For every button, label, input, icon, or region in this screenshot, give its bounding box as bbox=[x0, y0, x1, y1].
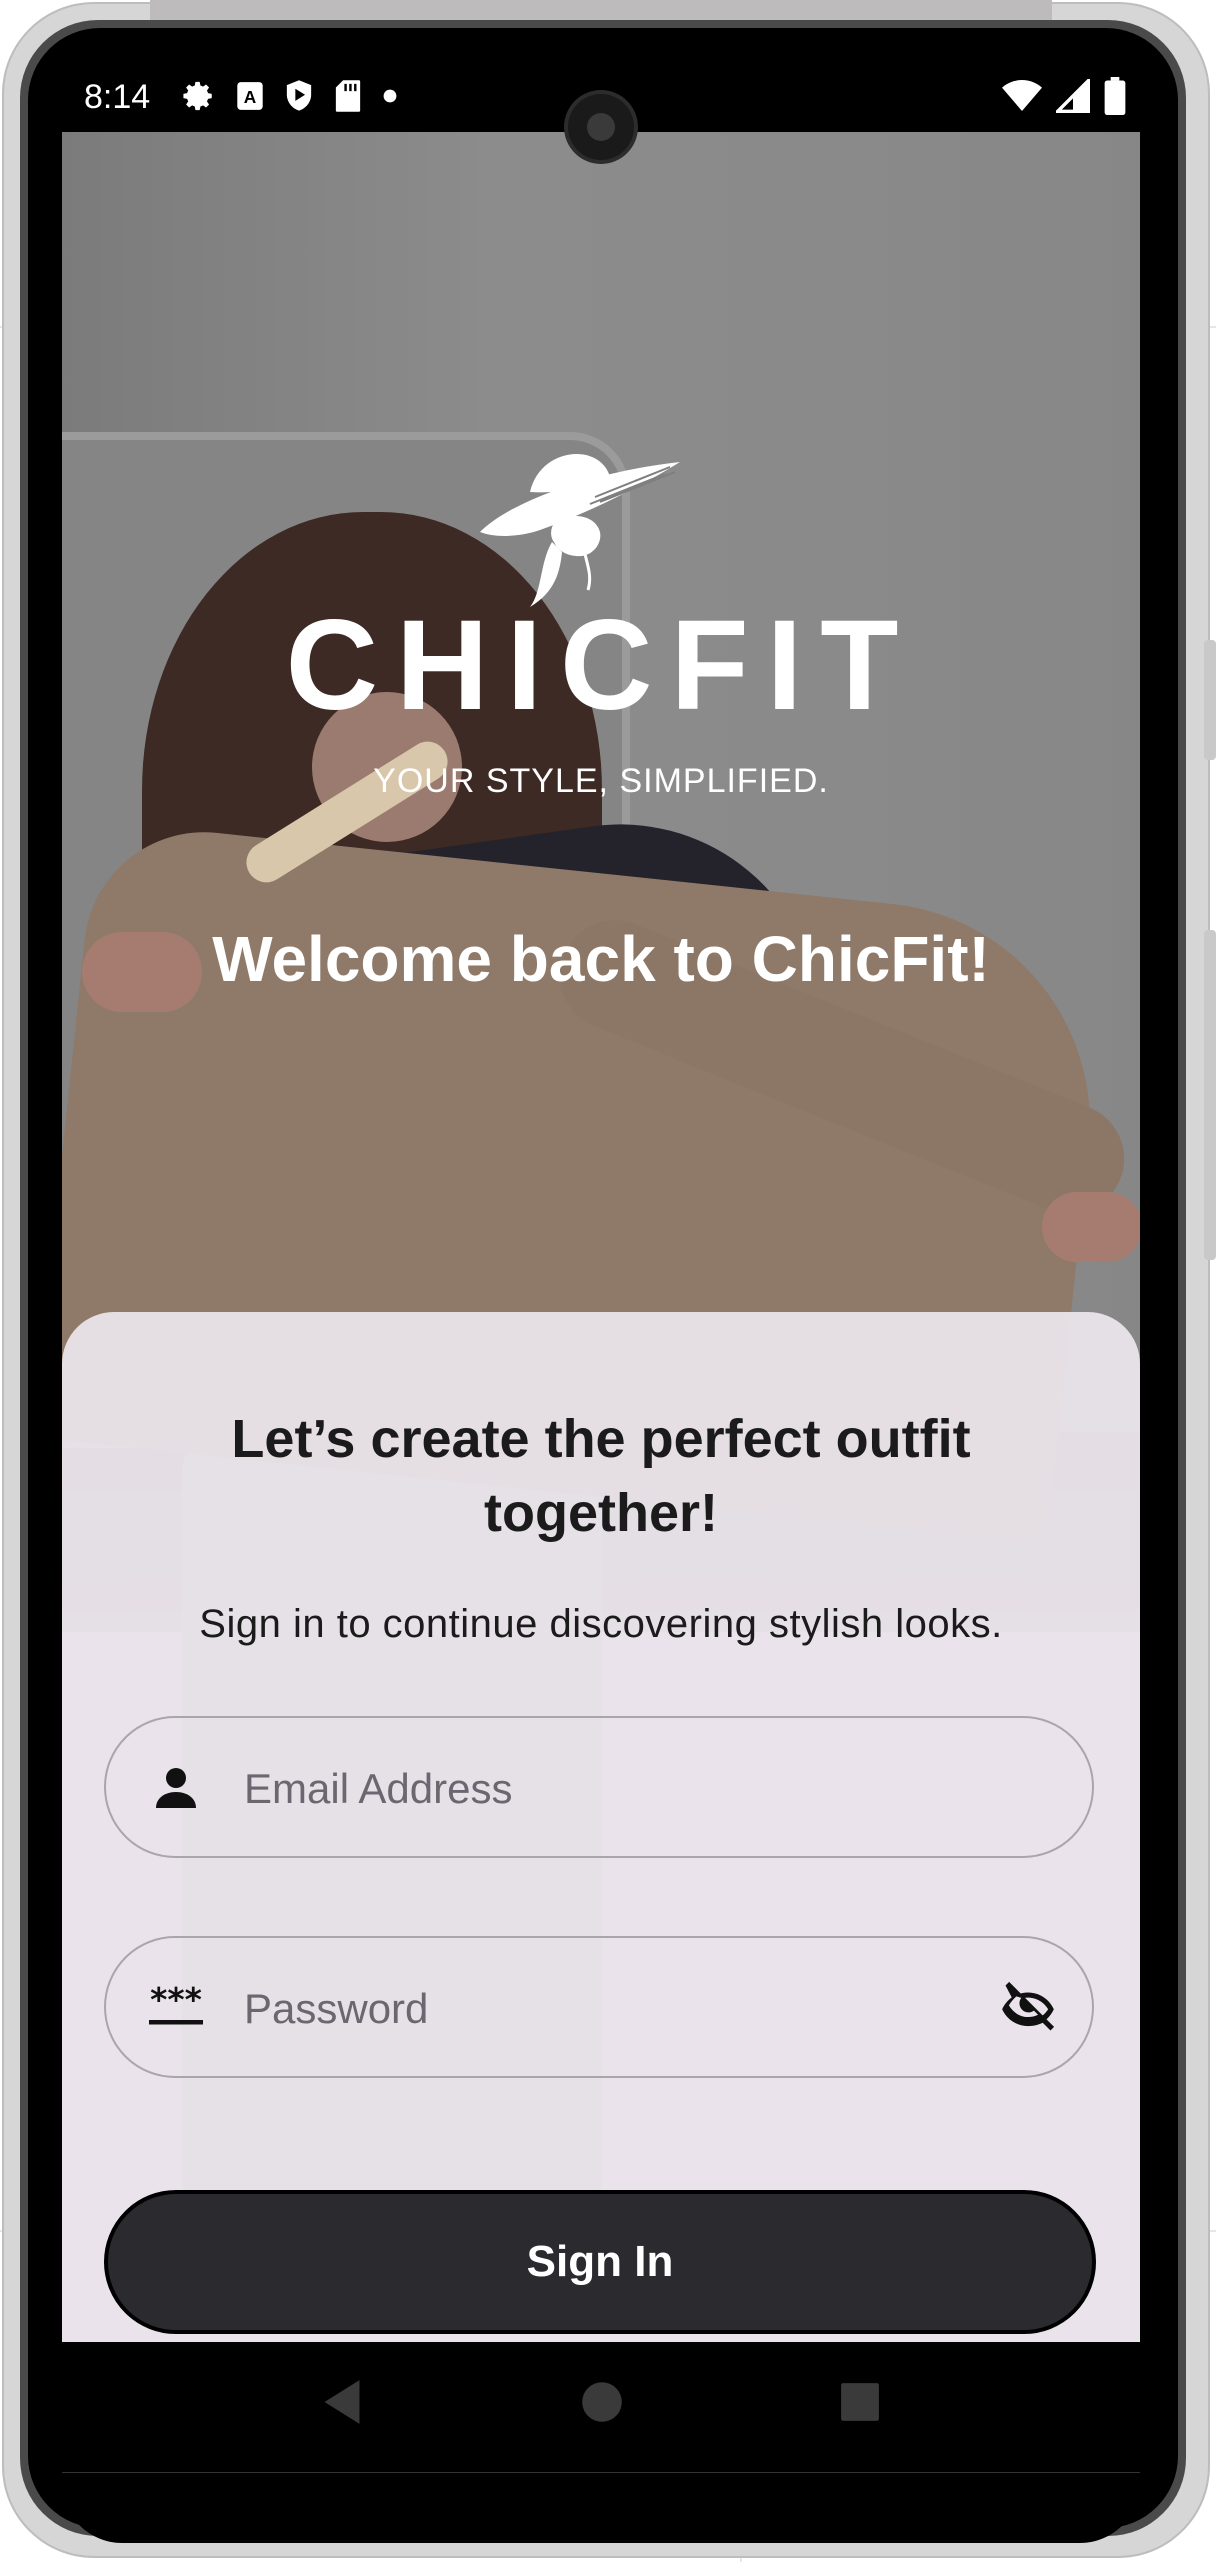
a-icon: A bbox=[236, 81, 264, 115]
dot-icon bbox=[382, 88, 398, 108]
volume-button bbox=[1204, 640, 1216, 760]
battery-icon bbox=[1104, 77, 1126, 119]
screen: 8:14 A CHICFIT YOUR STYLE, SIMPLIFIED. W… bbox=[62, 64, 1140, 2472]
email-input[interactable] bbox=[242, 1748, 986, 1830]
status-time: 8:14 bbox=[84, 78, 151, 116]
back-icon[interactable] bbox=[312, 2372, 372, 2432]
camera-lens bbox=[587, 113, 615, 141]
brand-tagline: YOUR STYLE, SIMPLIFIED. bbox=[373, 762, 829, 800]
welcome-heading: Welcome back to ChicFit! bbox=[212, 923, 990, 995]
card-subtitle: Sign in to continue discovering stylish … bbox=[199, 1602, 1003, 1646]
signal-icon bbox=[1053, 76, 1090, 117]
device-bottom-bezel bbox=[62, 2472, 1140, 2543]
gear-icon bbox=[182, 79, 216, 117]
navigation-bar bbox=[62, 2342, 1140, 2472]
status-icons-right bbox=[1002, 76, 1126, 119]
eye-off-icon[interactable] bbox=[992, 1972, 1064, 2044]
password-field[interactable]: *** bbox=[104, 1936, 1094, 2078]
card-title: Let’s create the perfect outfit together… bbox=[231, 1409, 971, 1543]
password-icon: *** bbox=[146, 1978, 206, 2038]
brand-name: CHICFIT bbox=[285, 594, 917, 737]
person-icon bbox=[146, 1758, 206, 1818]
email-field[interactable] bbox=[104, 1716, 1094, 1858]
status-icons-left: A bbox=[182, 78, 398, 118]
wifi-icon bbox=[1002, 79, 1042, 117]
recents-icon[interactable] bbox=[830, 2372, 890, 2432]
power-button bbox=[1204, 930, 1216, 1260]
home-icon[interactable] bbox=[572, 2372, 632, 2432]
sign-in-button[interactable]: Sign In bbox=[104, 2190, 1096, 2334]
password-input[interactable] bbox=[242, 1968, 986, 2050]
svg-text:A: A bbox=[244, 87, 257, 107]
sign-in-card: Let’s create the perfect outfit together… bbox=[62, 1312, 1140, 2342]
svg-text:***: *** bbox=[150, 1980, 202, 2019]
front-camera bbox=[568, 94, 634, 160]
sd-card-icon bbox=[334, 79, 362, 117]
login-screen: CHICFIT YOUR STYLE, SIMPLIFIED. Welcome … bbox=[62, 132, 1140, 2342]
hat-woman-logo-icon bbox=[480, 454, 680, 607]
shield-play-icon bbox=[284, 79, 314, 117]
photo-hand-right bbox=[1042, 1192, 1140, 1262]
